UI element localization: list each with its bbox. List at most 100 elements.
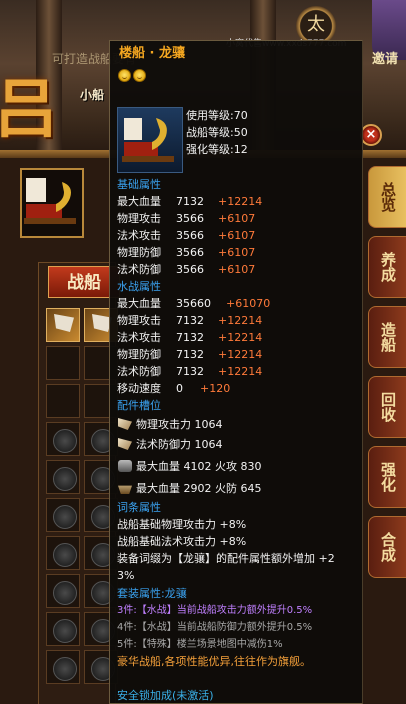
side-tab-recycle[interactable]: 回收 — [368, 376, 406, 438]
ship-level-value: 50 — [233, 126, 248, 139]
locked-emblem-icon — [53, 543, 77, 567]
sail-icon — [118, 438, 132, 450]
stat-bonus: +12214 — [218, 348, 263, 361]
inventory-slot[interactable] — [46, 650, 80, 684]
stat-label: 移动速度 — [117, 382, 161, 395]
stat-bonus: +6107 — [218, 263, 256, 276]
inventory-slot[interactable] — [46, 536, 80, 570]
hull-icon — [118, 485, 132, 494]
side-tab-build-ship[interactable]: 造船 — [368, 306, 406, 368]
smile-icon — [133, 69, 146, 82]
part-slot-text: 最大血量 4102 火攻 830 — [136, 460, 262, 473]
stat-value: 3566 — [176, 212, 204, 225]
locked-emblem-icon — [53, 657, 77, 681]
side-tab-synthesize[interactable]: 合成 — [368, 516, 406, 578]
locked-emblem-icon — [53, 429, 77, 453]
stat-value: 7132 — [176, 348, 204, 361]
locked-emblem-icon — [53, 619, 77, 643]
cannon-icon — [118, 460, 132, 472]
server-logo-glyph: 吕 — [0, 72, 58, 147]
stat-value: 7132 — [176, 314, 204, 327]
stat-label: 法术防御 — [117, 263, 161, 276]
locked-emblem-icon — [53, 581, 77, 605]
safety-lock-status: 安全锁加成(未激活) — [117, 689, 214, 702]
stat-bonus: +120 — [200, 382, 231, 395]
inventory-slot[interactable] — [46, 308, 80, 342]
enhance-level-row: 强化等级:12 — [186, 142, 248, 157]
close-button[interactable]: × — [360, 124, 382, 146]
stat-value: 3566 — [176, 246, 204, 259]
sail-icon — [54, 314, 74, 332]
stat-bonus: +6107 — [218, 212, 256, 225]
stat-bonus: +12214 — [218, 365, 263, 378]
locked-emblem-icon — [53, 467, 77, 491]
stat-value: 3566 — [176, 263, 204, 276]
sail-icon — [118, 418, 132, 430]
side-tab-cultivate[interactable]: 养成 — [368, 236, 406, 298]
item-icon-frame — [117, 107, 183, 173]
section-naval-stats: 水战属性 — [117, 280, 161, 293]
item-tooltip: 楼船 · 龙骧 使用等级:70 战船等级:50 强化等级:12 基础属性 最大血… — [109, 40, 363, 704]
inventory-slot[interactable] — [46, 612, 80, 646]
stat-bonus: +61070 — [226, 297, 271, 310]
stat-label: 物理攻击 — [117, 212, 161, 225]
inventory-slot[interactable] — [46, 460, 80, 494]
inventory-slot[interactable] — [46, 422, 80, 456]
stat-value: 3566 — [176, 229, 204, 242]
stat-label: 法术攻击 — [117, 229, 161, 242]
set-bonus-line: 3件:【水战】当前战船攻击力额外提升0.5% — [117, 605, 313, 616]
stat-value: 7132 — [176, 331, 204, 344]
set-bonus-line: 5件:【特殊】楼兰场景地图中减伤1% — [117, 639, 283, 650]
side-tab-enhance[interactable]: 强化 — [368, 446, 406, 508]
stat-label: 最大血量 — [117, 297, 161, 310]
affix-line: 装备词缀为【龙骧】的配件属性额外增加 +2 — [117, 552, 335, 565]
affix-line: 3% — [117, 569, 135, 582]
stat-label: 法术攻击 — [117, 331, 161, 344]
stat-value: 7132 — [176, 195, 204, 208]
inventory-slot[interactable] — [46, 498, 80, 532]
affix-line: 战船基础法术攻击力 +8% — [117, 535, 247, 548]
stat-label: 物理防御 — [117, 348, 161, 361]
item-description: 豪华战船,各项性能优异,往往作为旗舰。 — [117, 655, 311, 668]
smile-icon — [118, 69, 131, 82]
affix-line: 战船基础物理攻击力 +8% — [117, 518, 247, 531]
stat-value: 35660 — [176, 297, 211, 310]
item-name: 楼船 · 龙骧 — [119, 46, 185, 61]
inventory-slot[interactable] — [46, 384, 80, 418]
part-slot-text: 最大血量 2902 火防 645 — [136, 482, 262, 495]
stat-value: 7132 — [176, 365, 204, 378]
side-tab-overview[interactable]: 总览 — [368, 166, 406, 228]
enhance-level-value: 12 — [233, 143, 248, 156]
dragon-ship-icon — [122, 118, 174, 162]
locked-emblem-icon — [53, 505, 77, 529]
set-bonus-line: 4件:【水战】当前战船防御力额外提升0.5% — [117, 622, 313, 633]
section-set: 套装属性:龙骧 — [117, 587, 187, 600]
enhance-level-label: 强化等级: — [186, 143, 234, 156]
stat-bonus: +6107 — [218, 229, 256, 242]
stat-label: 物理防御 — [117, 246, 161, 259]
section-part-slots: 配件槽位 — [117, 399, 161, 412]
section-basic-stats: 基础属性 — [117, 178, 161, 191]
section-affix: 词条属性 — [117, 501, 161, 514]
ship-level-row: 战船等级:50 — [186, 125, 248, 140]
stat-label: 物理攻击 — [117, 314, 161, 327]
inventory-slot[interactable] — [46, 574, 80, 608]
use-level-label: 使用等级: — [186, 109, 234, 122]
part-slot-text: 物理攻击力 1064 — [136, 418, 223, 431]
use-level-row: 使用等级:70 — [186, 108, 248, 123]
stat-bonus: +6107 — [218, 246, 256, 259]
dragon-ship-icon — [24, 178, 76, 224]
stat-label: 法术防御 — [117, 365, 161, 378]
part-slot-text: 法术防御力 1064 — [136, 438, 223, 451]
stat-label: 最大血量 — [117, 195, 161, 208]
stat-value: 0 — [176, 382, 183, 395]
small-boat-label: 小船 — [80, 88, 105, 102]
ship-level-label: 战船等级: — [186, 126, 234, 139]
inventory-slot[interactable] — [46, 346, 80, 380]
stat-bonus: +12214 — [218, 314, 263, 327]
stat-bonus: +12214 — [218, 195, 263, 208]
use-level-value: 70 — [233, 109, 248, 122]
invite-label[interactable]: 邀请 — [372, 48, 398, 67]
stat-bonus: +12214 — [218, 331, 263, 344]
selected-ship-slot[interactable] — [20, 168, 84, 238]
